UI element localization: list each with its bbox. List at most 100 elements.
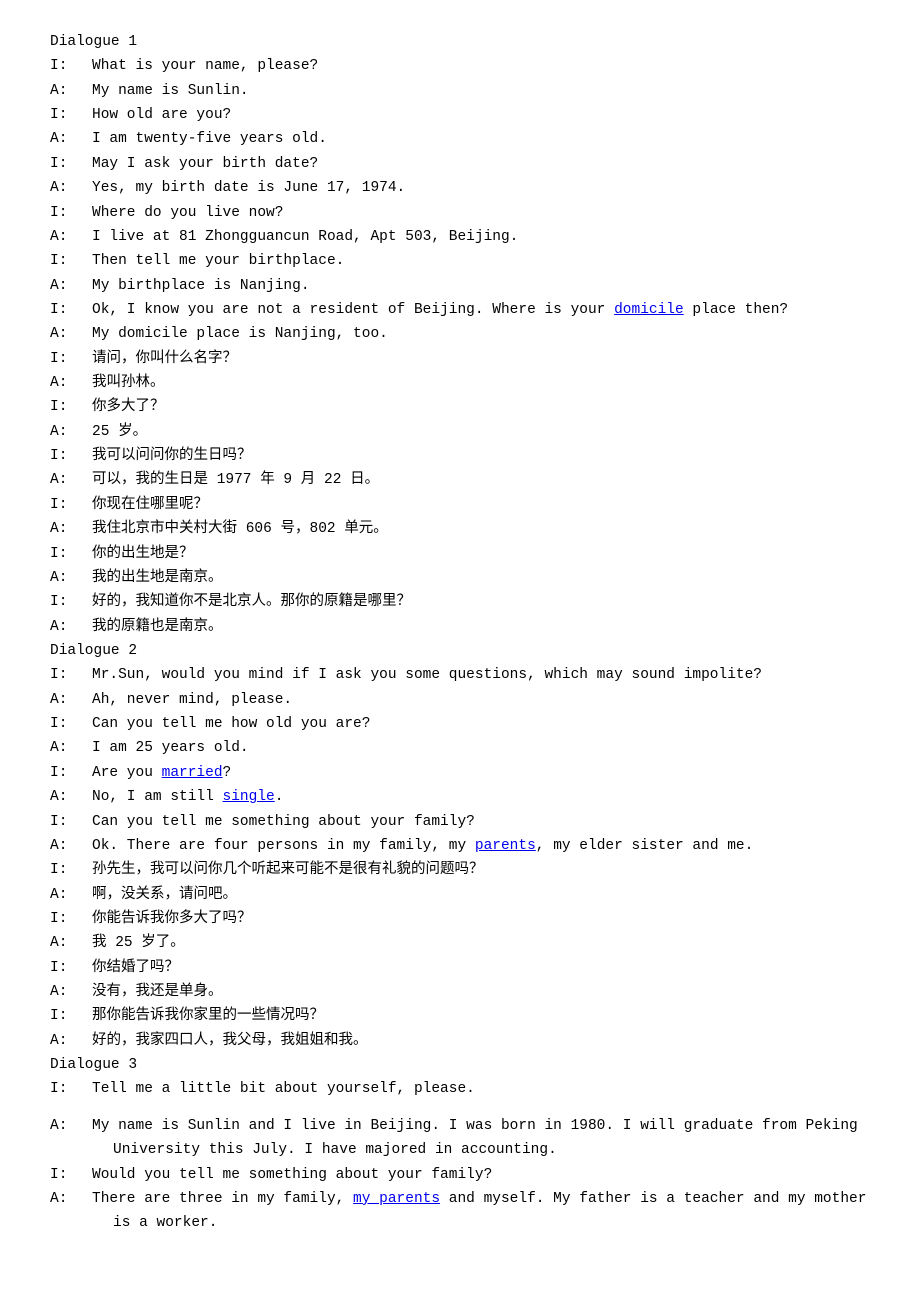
utterance: 我 25 岁了。 <box>92 931 185 955</box>
speaker: I: <box>50 152 92 176</box>
dialogue-line: A:Ah, never mind, please. <box>50 688 870 712</box>
utterance: Can you tell me something about your fam… <box>92 810 475 834</box>
dialogue-line: I:May I ask your birth date? <box>50 152 870 176</box>
dialogue-line: I:Would you tell me something about your… <box>50 1163 870 1187</box>
utterance: 那你能告诉我你家里的一些情况吗？ <box>92 1004 324 1028</box>
speaker: I: <box>50 395 92 419</box>
utterance: 你多大了？ <box>92 395 165 419</box>
dialogue-line: A:I am twenty-five years old. <box>50 127 870 151</box>
speaker: A: <box>50 274 92 298</box>
dialogue-3-title: Dialogue 3 <box>50 1053 870 1077</box>
speaker: A: <box>50 931 92 955</box>
utterance-continuation: University this July. I have majored in … <box>50 1138 870 1162</box>
dialogue-line: I:那你能告诉我你家里的一些情况吗？ <box>50 1004 870 1028</box>
utterance: 没有，我还是单身。 <box>92 980 223 1004</box>
dialogue-line: A:My name is Sunlin. <box>50 79 870 103</box>
utterance-continuation: is a worker. <box>50 1211 870 1235</box>
utterance: 我可以问问你的生日吗？ <box>92 444 252 468</box>
utterance: What is your name, please? <box>92 54 318 78</box>
speaker: A: <box>50 883 92 907</box>
utterance: 好的，我知道你不是北京人。那你的原籍是哪里？ <box>92 590 411 614</box>
my-parents-link[interactable]: my parents <box>353 1191 440 1207</box>
speaker: A: <box>50 176 92 200</box>
dialogue-line: A:啊，没关系，请问吧。 <box>50 883 870 907</box>
utterance: I live at 81 Zhongguancun Road, Apt 503,… <box>92 225 518 249</box>
speaker: I: <box>50 201 92 225</box>
utterance: 你现在住哪里呢？ <box>92 493 208 517</box>
dialogue-line: I:你多大了？ <box>50 395 870 419</box>
utterance: Where do you live now? <box>92 201 283 225</box>
speaker: I: <box>50 663 92 687</box>
speaker: I: <box>50 1163 92 1187</box>
speaker: A: <box>50 834 92 858</box>
dialogue-line: I:What is your name, please? <box>50 54 870 78</box>
speaker: A: <box>50 420 92 444</box>
utterance: Tell me a little bit about yourself, ple… <box>92 1077 475 1101</box>
utterance: Ok, I know you are not a resident of Bei… <box>92 298 788 322</box>
speaker: I: <box>50 712 92 736</box>
dialogue-line: I:Are you married? <box>50 761 870 785</box>
utterance: 你结婚了吗？ <box>92 956 179 980</box>
dialogue-line: I:你的出生地是？ <box>50 542 870 566</box>
speaker: A: <box>50 785 92 809</box>
dialogue-line: I:Where do you live now? <box>50 201 870 225</box>
speaker: A: <box>50 1187 92 1211</box>
dialogue-line: A:我的原籍也是南京。 <box>50 615 870 639</box>
married-link[interactable]: married <box>162 765 223 781</box>
speaker: I: <box>50 542 92 566</box>
speaker: I: <box>50 858 92 882</box>
speaker: I: <box>50 761 92 785</box>
speaker: I: <box>50 103 92 127</box>
dialogue-line: I:好的，我知道你不是北京人。那你的原籍是哪里？ <box>50 590 870 614</box>
dialogue-line: A:可以，我的生日是 1977 年 9 月 22 日。 <box>50 468 870 492</box>
utterance: 我的出生地是南京。 <box>92 566 223 590</box>
dialogue-line: A:My birthplace is Nanjing. <box>50 274 870 298</box>
dialogue-line: A:我住北京市中关村大街 606 号，802 单元。 <box>50 517 870 541</box>
utterance: No, I am still single. <box>92 785 283 809</box>
dialogue-line: A:我叫孙林。 <box>50 371 870 395</box>
dialogue-1-title: Dialogue 1 <box>50 30 870 54</box>
dialogue-line: I:你现在住哪里呢？ <box>50 493 870 517</box>
speaker: A: <box>50 517 92 541</box>
dialogue-line: A:I live at 81 Zhongguancun Road, Apt 50… <box>50 225 870 249</box>
utterance: 我住北京市中关村大街 606 号，802 单元。 <box>92 517 388 541</box>
utterance: My name is Sunlin. <box>92 79 249 103</box>
speaker: I: <box>50 956 92 980</box>
dialogue-line: I:我可以问问你的生日吗？ <box>50 444 870 468</box>
speaker: I: <box>50 347 92 371</box>
utterance: 啊，没关系，请问吧。 <box>92 883 237 907</box>
single-link[interactable]: single <box>223 789 275 805</box>
utterance: 25 岁。 <box>92 420 147 444</box>
speaker: A: <box>50 322 92 346</box>
dialogue-line: I:Mr.Sun, would you mind if I ask you so… <box>50 663 870 687</box>
utterance: My birthplace is Nanjing. <box>92 274 310 298</box>
dialogue-line: I:请问，你叫什么名字？ <box>50 347 870 371</box>
dialogue-line: A:25 岁。 <box>50 420 870 444</box>
dialogue-line: I:How old are you? <box>50 103 870 127</box>
speaker: A: <box>50 79 92 103</box>
parents-link[interactable]: parents <box>475 838 536 854</box>
utterance: 我的原籍也是南京。 <box>92 615 223 639</box>
utterance: 好的，我家四口人，我父母，我姐姐和我。 <box>92 1029 368 1053</box>
dialogue-line: I:你能告诉我你多大了吗？ <box>50 907 870 931</box>
domicile-link[interactable]: domicile <box>614 302 684 318</box>
speaker: A: <box>50 127 92 151</box>
dialogue-line: I:Can you tell me something about your f… <box>50 810 870 834</box>
speaker: A: <box>50 615 92 639</box>
dialogue-line: A:There are three in my family, my paren… <box>50 1187 870 1211</box>
speaker: I: <box>50 1077 92 1101</box>
speaker: A: <box>50 225 92 249</box>
dialogue-2-title: Dialogue 2 <box>50 639 870 663</box>
speaker: I: <box>50 249 92 273</box>
dialogue-line: A:No, I am still single. <box>50 785 870 809</box>
utterance: 你的出生地是？ <box>92 542 194 566</box>
utterance: 我叫孙林。 <box>92 371 165 395</box>
speaker: I: <box>50 54 92 78</box>
speaker: I: <box>50 298 92 322</box>
utterance: Ok. There are four persons in my family,… <box>92 834 753 858</box>
dialogue-line: I:Ok, I know you are not a resident of B… <box>50 298 870 322</box>
utterance: May I ask your birth date? <box>92 152 318 176</box>
speaker: I: <box>50 590 92 614</box>
speaker: A: <box>50 688 92 712</box>
dialogue-line: A:我的出生地是南京。 <box>50 566 870 590</box>
